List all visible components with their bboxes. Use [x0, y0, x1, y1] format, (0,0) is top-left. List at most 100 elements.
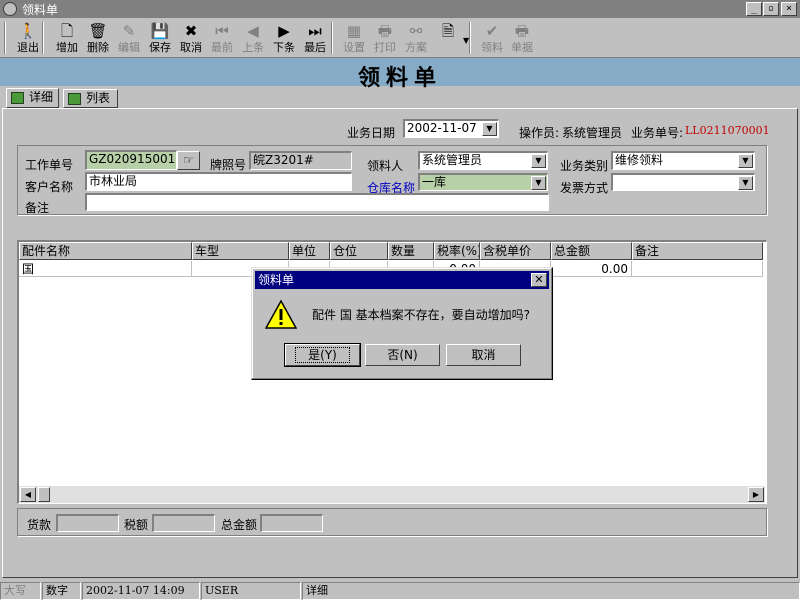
toolbar-button-6[interactable]: ⏮ 最前	[206, 21, 238, 57]
toolbar-label: 取消	[180, 41, 202, 54]
picker-label: 领料人	[367, 159, 404, 173]
toolbar-label: 最前	[211, 41, 233, 54]
toolbar-button-0[interactable]: 🚶 退出	[12, 21, 44, 57]
form-title: 领料单	[357, 65, 442, 91]
warehouse-value: 一库	[422, 175, 447, 189]
no-button[interactable]: 否(N)	[365, 344, 440, 366]
tax-label: 税额	[124, 518, 149, 532]
close-button[interactable]: ×	[781, 2, 797, 16]
toolbar-button-14[interactable]: ✔ 领料	[476, 21, 508, 57]
column-header[interactable]: 含税单价	[480, 242, 551, 260]
total-label: 总金额	[221, 518, 258, 532]
yes-label: 是(Y)	[295, 347, 350, 363]
plate-label: 牌照号	[210, 158, 247, 172]
biz-type-label: 业务类别	[560, 159, 609, 173]
column-header[interactable]: 数量	[388, 242, 434, 260]
customer-field[interactable]: 市林业局	[85, 172, 352, 191]
column-header[interactable]: 配件名称	[19, 242, 192, 260]
warning-icon	[265, 299, 297, 329]
column-header[interactable]: 单位	[289, 242, 330, 260]
column-header[interactable]: 车型	[192, 242, 289, 260]
app-icon	[3, 2, 17, 16]
date-picker[interactable]: 2002-11-07 ▼	[403, 119, 499, 138]
toolbar-button-15[interactable]: 🖶 单据	[506, 21, 538, 57]
floppy-icon: 💾	[150, 22, 170, 40]
tab-list[interactable]: 列表	[63, 89, 118, 108]
work-order-field[interactable]: GZ0209150015	[85, 150, 177, 170]
biz-type-value: 维修领料	[615, 153, 664, 167]
toolbar-button-1[interactable]: 🗋 增加	[51, 21, 83, 57]
scroll-right-icon[interactable]: ▶	[748, 487, 764, 502]
tax-field	[152, 514, 215, 532]
print-icon: 🖶	[377, 22, 393, 40]
chevron-down-icon[interactable]: ▼	[482, 122, 497, 136]
dropdown-arrow-icon[interactable]: ▼	[463, 36, 469, 45]
toolbar-label: 最后	[304, 41, 326, 54]
scroll-left-icon[interactable]: ◀	[20, 487, 36, 502]
horizontal-scrollbar[interactable]: ◀ ▶	[19, 486, 765, 503]
chevron-down-icon[interactable]: ▼	[531, 176, 546, 190]
dialog-message: 配件 国 基本档案不存在，要自动增加吗?	[312, 308, 530, 322]
exit-icon: 🚶	[18, 22, 38, 40]
title-bar: 领料单 _ ▫ ×	[0, 0, 800, 18]
toolbar-button-2[interactable]: 🗑 删除	[82, 21, 114, 57]
restore-button[interactable]: ▫	[763, 2, 779, 16]
picker-value: 系统管理员	[422, 153, 483, 167]
tab-detail[interactable]: 详细	[6, 88, 59, 108]
note-field[interactable]	[85, 193, 549, 211]
previous-icon: ◀	[247, 22, 259, 40]
toolbar-button-5[interactable]: ✖ 取消	[175, 21, 207, 57]
document-menu-icon: 🗎	[441, 22, 455, 40]
toolbar-button-11[interactable]: 🖶 打印	[369, 21, 401, 57]
yes-button[interactable]: 是(Y)	[284, 343, 361, 367]
chevron-down-icon[interactable]: ▼	[531, 154, 546, 168]
pencil-icon: ✎	[122, 22, 136, 40]
settings-icon: ▦	[346, 22, 362, 40]
column-header[interactable]: 总金额	[551, 242, 632, 260]
invoice-label: 发票方式	[560, 181, 609, 195]
biz-type-select[interactable]: 维修领料 ▼	[611, 151, 755, 170]
toolbar-label: 保存	[149, 41, 171, 54]
plate-field[interactable]: 皖Z3201#	[249, 151, 352, 170]
pointing-hand-icon[interactable]: ☞	[177, 151, 200, 170]
num-indicator: 数字	[42, 582, 81, 600]
toolbar-button-10[interactable]: ▦ 设置	[338, 21, 370, 57]
toolbar-button-4[interactable]: 💾 保存	[144, 21, 176, 57]
status-mode: 详细	[302, 582, 800, 600]
grid-cell[interactable]: 国	[19, 261, 192, 277]
first-icon: ⏮	[215, 22, 229, 40]
minimize-button[interactable]: _	[746, 2, 762, 16]
chevron-down-icon[interactable]: ▼	[738, 176, 753, 190]
column-header[interactable]: 备注	[632, 242, 763, 260]
toolbar-button-7[interactable]: ◀ 上条	[237, 21, 269, 57]
column-header[interactable]: 税率(%)	[434, 242, 480, 260]
chevron-down-icon[interactable]: ▼	[738, 154, 753, 168]
tab-detail-label: 详细	[29, 90, 54, 104]
toolbar-label: 单据	[511, 41, 533, 54]
column-header[interactable]: 仓位	[330, 242, 388, 260]
toolbar-button-8[interactable]: ▶ 下条	[268, 21, 300, 57]
toolbar-separator	[331, 22, 333, 54]
warehouse-select[interactable]: 一库 ▼	[418, 173, 548, 191]
toolbar-separator	[469, 22, 471, 54]
cancel-button[interactable]: 取消	[446, 344, 521, 366]
dialog-title-bar: 领料单 ✕	[255, 271, 549, 289]
scrollbar-thumb[interactable]	[38, 487, 50, 502]
document-print-icon: 🖶	[514, 22, 530, 40]
toolbar-button-9[interactable]: ⏭ 最后	[299, 21, 331, 57]
grid-cell[interactable]	[632, 261, 763, 277]
dialog-close-icon[interactable]: ✕	[531, 273, 547, 287]
toolbar-label: 增加	[56, 41, 78, 54]
total-field	[260, 514, 323, 532]
picker-select[interactable]: 系统管理员 ▼	[418, 151, 548, 170]
toolbar-button-13[interactable]: 🗎	[432, 21, 464, 57]
toolbar-button-12[interactable]: ⚯ 方案	[400, 21, 432, 57]
toolbar-label: 退出	[17, 41, 39, 54]
toolbar-label: 领料	[481, 41, 503, 54]
grid-cell[interactable]: 0.00	[551, 261, 632, 277]
toolbar: 🚶 退出 🗋 增加 🗑 删除 ✎ 编辑 💾 保存 ✖ 取消 ⏮ 最前 ◀ 上条 ▶ 下条 ⏭ 最后 ▦ 设置 🖶 打印 ⚯ 方案 🗎…	[0, 18, 800, 58]
next-icon: ▶	[278, 22, 290, 40]
invoice-select[interactable]: ▼	[611, 173, 755, 191]
toolbar-button-3[interactable]: ✎ 编辑	[113, 21, 145, 57]
list-icon	[68, 93, 81, 105]
